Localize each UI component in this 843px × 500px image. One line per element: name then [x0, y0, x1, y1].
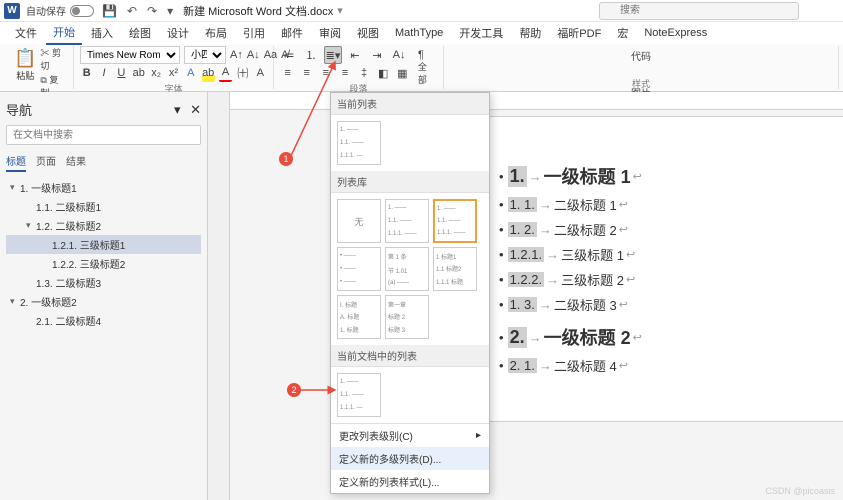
select-all-button[interactable]: 全部: [414, 64, 437, 82]
border-char-icon[interactable]: A: [254, 64, 267, 82]
menu-change-level[interactable]: 更改列表级别(C)▸: [331, 424, 489, 447]
shrink-font-icon[interactable]: A↓: [247, 46, 260, 64]
list-thumb-lib-2[interactable]: • ――• ――• ――: [337, 247, 381, 291]
annotation-badge-1: 1: [279, 152, 293, 166]
app-icon: W: [4, 3, 20, 19]
text-effects-icon[interactable]: A: [184, 64, 197, 82]
increase-indent-icon[interactable]: ⇥: [368, 46, 386, 64]
phonetic-icon[interactable]: ㈩: [236, 64, 249, 82]
style-code[interactable]: 代码: [625, 46, 657, 65]
font-name-select[interactable]: Times New Roman: [80, 46, 180, 64]
ribbon-tab-10[interactable]: MathType: [388, 24, 450, 42]
tree-item[interactable]: ▾1.2. 二级标题2: [6, 216, 201, 235]
ribbon-tab-7[interactable]: 邮件: [274, 22, 310, 44]
numbering-icon[interactable]: ⒈: [302, 46, 320, 64]
ribbon-tab-4[interactable]: 设计: [160, 22, 196, 44]
tree-item[interactable]: 2.1. 二级标题4: [6, 311, 201, 330]
strike-icon[interactable]: ab: [132, 64, 145, 82]
vertical-ruler: [208, 92, 230, 500]
paste-icon: 📋: [14, 48, 36, 69]
tree-item[interactable]: 1.2.2. 三级标题2: [6, 254, 201, 273]
align-right-icon[interactable]: ≡: [318, 64, 333, 82]
list-thumb-lib-1[interactable]: 1. ――1.1. ――1.1.1. ――: [433, 199, 477, 243]
font-size-select[interactable]: 小四: [184, 46, 226, 64]
nav-title: 导航: [6, 100, 32, 119]
bold-icon[interactable]: B: [80, 64, 93, 82]
ribbon-tab-12[interactable]: 帮助: [512, 22, 548, 44]
watermark: CSDN @picoasis: [765, 486, 835, 496]
ribbon-tab-0[interactable]: 文件: [8, 22, 44, 44]
decrease-indent-icon[interactable]: ⇤: [346, 46, 364, 64]
tree-item[interactable]: 1.3. 二级标题3: [6, 273, 201, 292]
tree-item[interactable]: ▾1. 一级标题1: [6, 178, 201, 197]
ribbon-tab-15[interactable]: NoteExpress: [637, 24, 714, 42]
document-title: 新建 Microsoft Word 文档.docx: [183, 3, 333, 19]
tree-item[interactable]: 1.1. 二级标题1: [6, 197, 201, 216]
superscript-icon[interactable]: x²: [167, 64, 180, 82]
redo-icon[interactable]: ↷: [147, 4, 157, 18]
ribbon-tab-9[interactable]: 视图: [350, 22, 386, 44]
search-input[interactable]: [599, 2, 799, 20]
sort-icon[interactable]: A↓: [390, 46, 408, 64]
ribbon-tab-14[interactable]: 宏: [610, 22, 635, 44]
bullets-icon[interactable]: ≔: [280, 46, 298, 64]
autosave-toggle[interactable]: [70, 5, 94, 17]
ribbon-tab-6[interactable]: 引用: [236, 22, 272, 44]
highlight-icon[interactable]: ab: [202, 64, 215, 82]
multilevel-list-icon[interactable]: ≣▾: [324, 46, 342, 64]
nav-tab-results[interactable]: 结果: [66, 153, 86, 172]
list-thumb-lib-6[interactable]: 第一章标题 2标题 3: [385, 295, 429, 339]
multilevel-list-dropdown: 当前列表 1. ――1.1. ――1.1.1. ― 列表库 无1. ――1.1.…: [330, 92, 490, 494]
list-thumb-none[interactable]: 无: [337, 199, 381, 243]
menu-define-multilevel[interactable]: 定义新的多级列表(D)...: [331, 447, 489, 470]
list-thumb-lib-3[interactable]: 第 1 条节 1.01(a) ――: [385, 247, 429, 291]
align-center-icon[interactable]: ≡: [299, 64, 314, 82]
dd-section-current: 当前列表: [331, 93, 489, 115]
dd-section-indoc: 当前文档中的列表: [331, 345, 489, 367]
nav-tab-headings[interactable]: 标题: [6, 153, 26, 172]
qat-dropdown-icon[interactable]: ▾: [167, 4, 173, 18]
underline-icon[interactable]: U: [115, 64, 128, 82]
nav-close-icon[interactable]: ✕: [190, 102, 201, 117]
list-thumb-lib-5[interactable]: I. 标题A. 标题1. 标题: [337, 295, 381, 339]
list-thumb-lib-0[interactable]: 1. ――1.1. ――1.1.1. ――: [385, 199, 429, 243]
nav-search-input[interactable]: [6, 125, 201, 145]
ribbon-tab-8[interactable]: 审阅: [312, 22, 348, 44]
shading-icon[interactable]: ◧: [376, 64, 391, 82]
dd-section-library: 列表库: [331, 171, 489, 193]
styles-group-label: 样式: [632, 77, 650, 90]
grow-font-icon[interactable]: A↑: [230, 46, 243, 64]
title-dropdown-icon[interactable]: ▾: [337, 4, 343, 17]
font-color-icon[interactable]: A: [219, 64, 232, 82]
ribbon-tab-2[interactable]: 插入: [84, 22, 120, 44]
ribbon-tab-1[interactable]: 开始: [46, 21, 82, 45]
ribbon-tab-3[interactable]: 绘图: [122, 22, 158, 44]
horizontal-ruler: [230, 92, 843, 110]
cut-button[interactable]: ✂ 剪切: [40, 46, 67, 72]
borders-icon[interactable]: ▦: [395, 64, 410, 82]
ribbon-tab-13[interactable]: 福昕PDF: [550, 22, 608, 44]
undo-icon[interactable]: ↶: [127, 4, 137, 18]
autosave-label: 自动保存: [26, 3, 66, 18]
align-left-icon[interactable]: ≡: [280, 64, 295, 82]
document-page[interactable]: •1.→一级标题 1↩ •1. 1.→二级标题 1↩ •1. 2.→二级标题 2…: [470, 116, 843, 422]
ribbon-tab-5[interactable]: 布局: [198, 22, 234, 44]
list-thumb-lib-4[interactable]: 1 标题11.1 标题21.1.1 标题: [433, 247, 477, 291]
list-thumb-current[interactable]: 1. ――1.1. ――1.1.1. ―: [337, 121, 381, 165]
italic-icon[interactable]: I: [97, 64, 110, 82]
line-spacing-icon[interactable]: ‡: [357, 64, 372, 82]
tree-item[interactable]: ▾2. 一级标题2: [6, 292, 201, 311]
nav-tab-pages[interactable]: 页面: [36, 153, 56, 172]
list-thumb-indoc[interactable]: 1. ――1.1. ――1.1.1. ―: [337, 373, 381, 417]
subscript-icon[interactable]: x₂: [149, 64, 162, 82]
justify-icon[interactable]: ≡: [337, 64, 352, 82]
ribbon-tab-11[interactable]: 开发工具: [452, 22, 510, 44]
menu-define-liststyle[interactable]: 定义新的列表样式(L)...: [331, 470, 489, 493]
nav-dropdown-icon[interactable]: ▾: [174, 102, 181, 117]
annotation-badge-2: 2: [287, 383, 301, 397]
save-icon[interactable]: 💾: [102, 4, 117, 18]
tree-item[interactable]: 1.2.1. 三级标题1: [6, 235, 201, 254]
